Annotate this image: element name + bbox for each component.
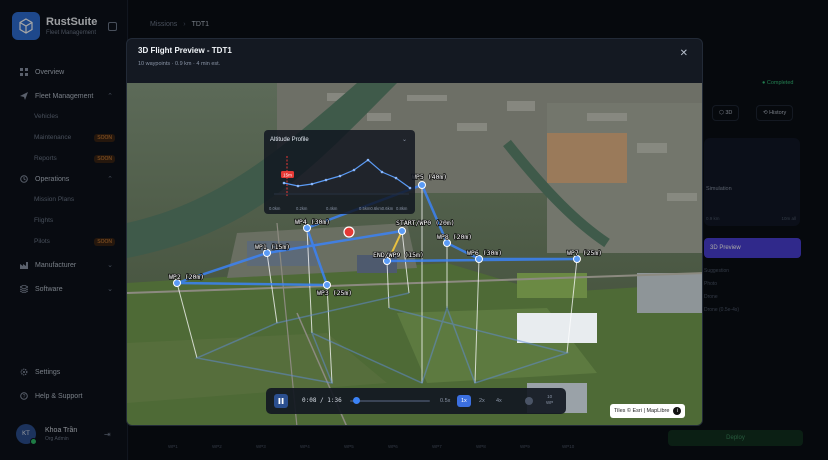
altitude-chart: 15m 0.0km 0.2km 0.4km 0.5km0.6km0.6km 0.8km xyxy=(269,156,412,211)
waypoint-toggle-icon[interactable] xyxy=(525,397,533,405)
altitude-tick-label: 0.5km0.6km0.6km xyxy=(359,206,394,211)
altitude-point xyxy=(408,186,412,190)
app-root: RustSuite Fleet Management Overview Flee… xyxy=(0,0,828,460)
speed-2x-button[interactable]: 2x xyxy=(475,395,489,407)
waypoint-marker[interactable] xyxy=(323,281,331,289)
playback-controls: 0:08 / 1:36 0.5x 1x 2x 4x 10 WP xyxy=(266,388,566,414)
flight-preview-modal: 3D Flight Preview - TDT1 10 waypoints · … xyxy=(126,38,703,426)
pause-button[interactable] xyxy=(274,394,288,408)
ground-track-line xyxy=(194,292,570,385)
waypoint-label: START/WP0 (20m) xyxy=(396,219,455,227)
altitude-point xyxy=(324,178,328,182)
speed-1x-button[interactable]: 1x xyxy=(457,395,471,407)
speed-4x-button[interactable]: 4x xyxy=(492,395,506,407)
playback-track[interactable] xyxy=(350,400,430,402)
waypoint-label: WP1 (15m) xyxy=(255,243,290,251)
altitude-line xyxy=(283,159,411,189)
altitude-point xyxy=(352,168,356,172)
waypoint-label: WP3 (25m) xyxy=(317,289,352,297)
altitude-tick-label: 0.0km xyxy=(269,206,281,211)
speed-0-5x-button[interactable]: 0.5x xyxy=(436,395,454,407)
drone-position-marker[interactable] xyxy=(343,226,355,238)
waypoint-label: WP6 (30m) xyxy=(467,249,502,257)
waypoint-marker[interactable] xyxy=(398,227,406,235)
playback-time: 0:08 / 1:36 xyxy=(302,397,342,404)
waypoint-label: END/WP9 (15m) xyxy=(373,251,424,259)
waypoint-label: WP7 (25m) xyxy=(567,249,602,257)
waypoint-pole xyxy=(386,260,390,309)
waypoint-pole xyxy=(266,252,278,324)
pause-icon xyxy=(278,398,284,404)
map-attribution[interactable]: Tiles © Esri | MapLibre i xyxy=(610,404,686,418)
altitude-point xyxy=(394,176,398,180)
altitude-point xyxy=(380,170,384,174)
waypoint-count: 10 WP xyxy=(546,394,553,406)
satellite-map-3d[interactable]: WP1 (15m) WP2 (20m) WP3 (25m) WP4 (30m) WP5 … xyxy=(127,83,702,425)
waypoint-count-unit: WP xyxy=(546,400,554,405)
altitude-tick-label: 0.8km xyxy=(396,206,408,211)
waypoint-pole xyxy=(326,284,333,384)
playback-scrubber[interactable] xyxy=(353,397,361,404)
altitude-point xyxy=(310,182,314,186)
altitude-tick-label: 0.4km xyxy=(326,206,338,211)
altitude-marker-label: 15m xyxy=(283,173,292,178)
modal-title: 3D Flight Preview - TDT1 xyxy=(138,46,232,55)
waypoint-pole xyxy=(566,258,578,354)
altitude-point xyxy=(296,184,300,188)
attribution-text: Tiles © Esri | MapLibre xyxy=(614,408,670,414)
waypoint-label: WP2 (20m) xyxy=(169,273,204,281)
waypoint-pole xyxy=(176,282,198,359)
info-icon[interactable]: i xyxy=(673,407,682,415)
altitude-point xyxy=(282,181,286,185)
waypoint-label: WP5 (40m) xyxy=(412,173,447,181)
altitude-point xyxy=(366,158,370,162)
close-icon[interactable]: ✕ xyxy=(680,49,688,59)
waypoint-marker[interactable] xyxy=(418,181,426,189)
flight-route-overlay: WP1 (15m) WP2 (20m) WP3 (25m) WP4 (30m) WP5 … xyxy=(168,172,603,385)
waypoint-label: WP4 (30m) xyxy=(295,218,330,226)
altitude-profile-panel: Altitude Profile ⌄ 15m 0.0km 0.2km 0.4km 0.5… xyxy=(264,130,415,214)
altitude-point xyxy=(338,174,342,178)
waypoint-label: WP8 (20m) xyxy=(437,233,472,241)
altitude-tick-label: 0.2km xyxy=(296,206,308,211)
modal-subtitle: 10 waypoints · 0.9 km · 4 min est. xyxy=(138,61,221,67)
waypoint-pole xyxy=(474,258,480,384)
